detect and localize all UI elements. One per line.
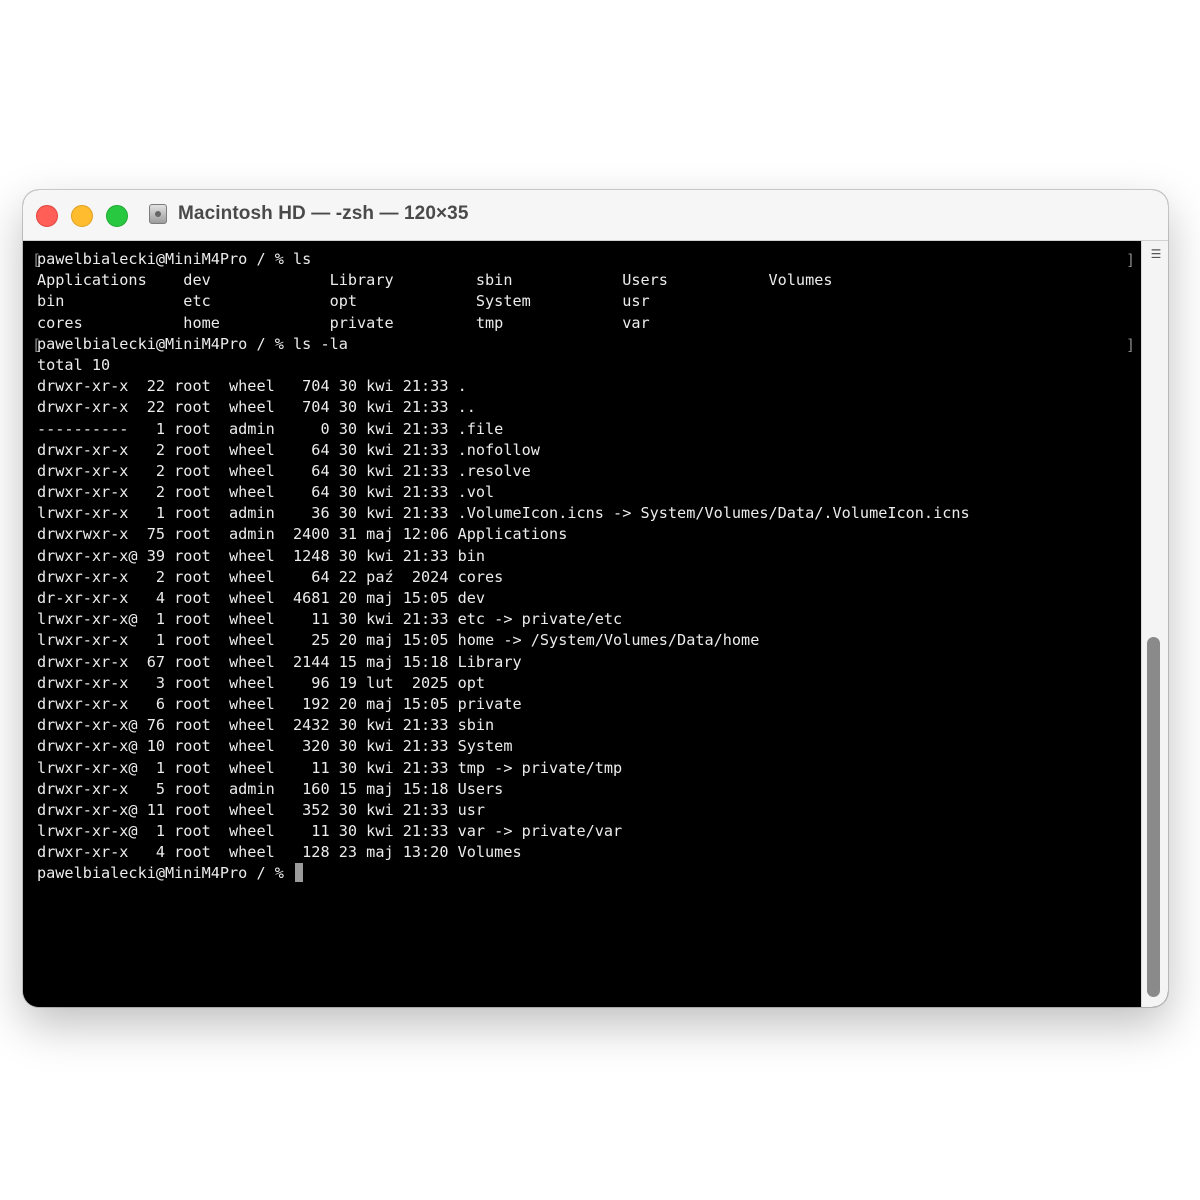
output-line: total 10 bbox=[37, 355, 111, 374]
output-line: drwxrwxr-x 75 root admin 2400 31 maj 12:… bbox=[37, 525, 568, 544]
output-line: drwxr-xr-x@ 39 root wheel 1248 30 kwi 21… bbox=[37, 546, 486, 565]
mark-bracket-right: ] bbox=[1126, 336, 1136, 354]
output-line: drwxr-xr-x 3 root wheel 96 19 lut 2025 o… bbox=[37, 673, 486, 692]
output-line: drwxr-xr-x 4 root wheel 128 23 maj 13:20… bbox=[37, 843, 522, 862]
scroll-menu-icon[interactable]: ☰ bbox=[1149, 247, 1163, 261]
hard-disk-icon bbox=[149, 204, 167, 224]
scrollbar[interactable]: ☰ bbox=[1141, 241, 1168, 1007]
output-line: bin etc opt System usr bbox=[37, 292, 650, 311]
mark-bracket-right: ] bbox=[1126, 251, 1136, 269]
output-line: drwxr-xr-x 2 root wheel 64 30 kwi 21:33 … bbox=[37, 483, 495, 502]
output-line: drwxr-xr-x 6 root wheel 192 20 maj 15:05… bbox=[37, 694, 522, 713]
output-line: lrwxr-xr-x@ 1 root wheel 11 30 kwi 21:33… bbox=[37, 822, 623, 841]
terminal-content[interactable]: [ ] [ ] pawelbialecki@MiniM4Pro / % ls Ap… bbox=[23, 241, 1168, 1007]
output-line: drwxr-xr-x@ 11 root wheel 352 30 kwi 21:… bbox=[37, 800, 486, 819]
output-line: Applications dev Library sbin Users Volu… bbox=[37, 271, 833, 290]
output-line: drwxr-xr-x 22 root wheel 704 30 kwi 21:3… bbox=[37, 377, 467, 396]
minimize-button[interactable] bbox=[71, 205, 93, 227]
output-line: drwxr-xr-x 2 root wheel 64 30 kwi 21:33 … bbox=[37, 461, 531, 480]
terminal-window: Macintosh HD — -zsh — 120×35 [ ] [ ] paw… bbox=[23, 190, 1168, 1007]
terminal-output[interactable]: pawelbialecki@MiniM4Pro / % ls Applicatio… bbox=[37, 249, 970, 885]
current-prompt: pawelbialecki@MiniM4Pro / % bbox=[37, 864, 294, 883]
output-line: drwxr-xr-x 5 root admin 160 15 maj 15:18… bbox=[37, 779, 504, 798]
title-bar[interactable]: Macintosh HD — -zsh — 120×35 bbox=[23, 190, 1168, 241]
terminal-cursor bbox=[295, 863, 304, 883]
zoom-button[interactable] bbox=[106, 205, 128, 227]
output-line: drwxr-xr-x 2 root wheel 64 22 paź 2024 c… bbox=[37, 567, 504, 586]
output-line: drwxr-xr-x@ 76 root wheel 2432 30 kwi 21… bbox=[37, 716, 495, 735]
output-line: cores home private tmp var bbox=[37, 313, 650, 332]
output-line: dr-xr-xr-x 4 root wheel 4681 20 maj 15:0… bbox=[37, 589, 486, 607]
output-line: lrwxr-xr-x 1 root wheel 25 20 maj 15:05 … bbox=[37, 631, 760, 650]
prompt-line: pawelbialecki@MiniM4Pro / % ls -la bbox=[37, 334, 348, 353]
output-line: lrwxr-xr-x@ 1 root wheel 11 30 kwi 21:33… bbox=[37, 610, 623, 629]
current-prompt-line[interactable]: pawelbialecki@MiniM4Pro / % bbox=[37, 863, 970, 884]
output-line: drwxr-xr-x 22 root wheel 704 30 kwi 21:3… bbox=[37, 398, 476, 417]
prompt-line: pawelbialecki@MiniM4Pro / % ls bbox=[37, 250, 312, 268]
output-line: drwxr-xr-x 2 root wheel 64 30 kwi 21:33 … bbox=[37, 440, 540, 459]
output-line: drwxr-xr-x@ 10 root wheel 320 30 kwi 21:… bbox=[37, 737, 513, 756]
window-title: Macintosh HD — -zsh — 120×35 bbox=[178, 203, 469, 224]
output-line: ---------- 1 root admin 0 30 kwi 21:33 .… bbox=[37, 419, 504, 438]
output-line: lrwxr-xr-x@ 1 root wheel 11 30 kwi 21:33… bbox=[37, 758, 623, 777]
close-button[interactable] bbox=[36, 205, 58, 227]
scroll-thumb[interactable] bbox=[1147, 637, 1160, 997]
output-line: drwxr-xr-x 67 root wheel 2144 15 maj 15:… bbox=[37, 652, 522, 671]
output-line: lrwxr-xr-x 1 root admin 36 30 kwi 21:33 … bbox=[37, 504, 970, 523]
